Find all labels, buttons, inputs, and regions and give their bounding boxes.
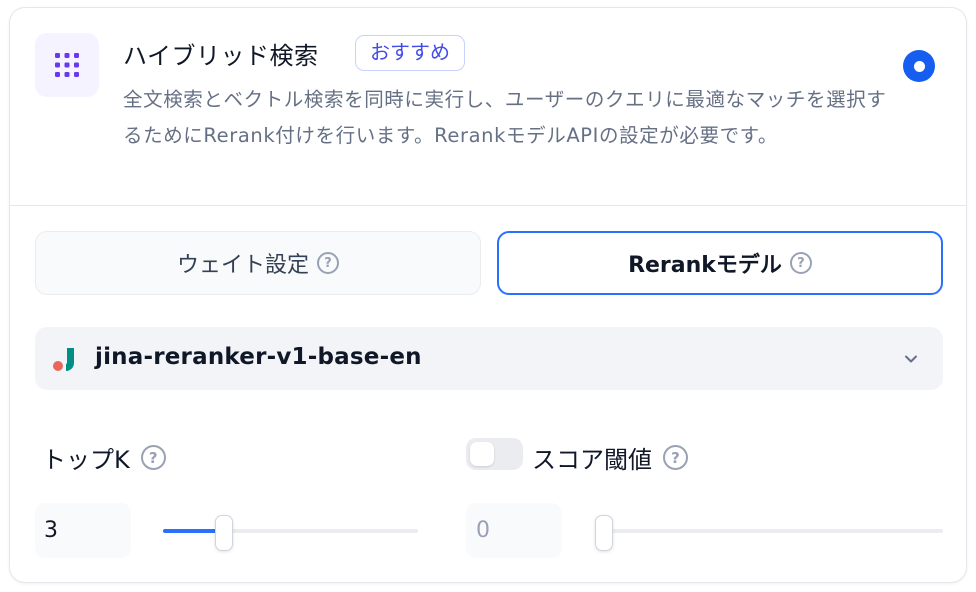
slider-thumb[interactable] <box>215 515 233 551</box>
help-icon[interactable]: ? <box>789 252 812 274</box>
help-icon[interactable]: ? <box>663 445 688 470</box>
rerank-model-select[interactable]: jina-reranker-v1-base-en <box>35 327 943 390</box>
score-threshold-label: スコア閾値 ? <box>532 440 688 475</box>
tab-label: Rerankモデル <box>628 253 782 278</box>
tab-label: ウェイト設定 <box>176 253 309 278</box>
score-threshold-slider[interactable] <box>595 515 943 551</box>
score-threshold-label-text: スコア閾値 <box>532 446 652 474</box>
radio-dot <box>913 60 925 72</box>
help-icon[interactable]: ? <box>140 445 166 470</box>
jina-logo-icon <box>53 348 74 371</box>
grid-dots-icon <box>35 33 99 97</box>
top-k-slider[interactable] <box>163 515 418 551</box>
tab-weight-settings[interactable]: ウェイト設定 ? <box>35 231 481 295</box>
hybrid-search-card[interactable]: ハイブリッド検索 おすすめ 全文検索とベクトル検索を同時に実行し、ユーザーのクエ… <box>9 7 967 583</box>
top-k-label-text: トップK <box>42 446 130 474</box>
slider-track <box>595 529 943 533</box>
card-header[interactable]: ハイブリッド検索 おすすめ 全文検索とベクトル検索を同時に実行し、ユーザーのクエ… <box>10 8 966 206</box>
score-threshold-toggle[interactable] <box>466 438 523 470</box>
help-icon[interactable]: ? <box>317 252 339 274</box>
chevron-down-icon <box>905 355 917 363</box>
recommended-badge: おすすめ <box>355 35 465 71</box>
toggle-knob <box>470 442 494 466</box>
top-k-input[interactable] <box>35 503 131 558</box>
top-k-label: トップK ? <box>42 440 166 475</box>
slider-thumb[interactable] <box>595 515 613 551</box>
model-name: jina-reranker-v1-base-en <box>95 344 422 370</box>
section-title: ハイブリッド検索 <box>123 42 319 70</box>
section-description: 全文検索とベクトル検索を同時に実行し、ユーザーのクエリに最適なマッチを選択するた… <box>123 88 887 147</box>
hybrid-search-radio[interactable] <box>903 50 935 82</box>
score-threshold-input[interactable] <box>466 503 562 558</box>
tab-rerank-model[interactable]: Rerankモデル ? <box>497 231 943 295</box>
